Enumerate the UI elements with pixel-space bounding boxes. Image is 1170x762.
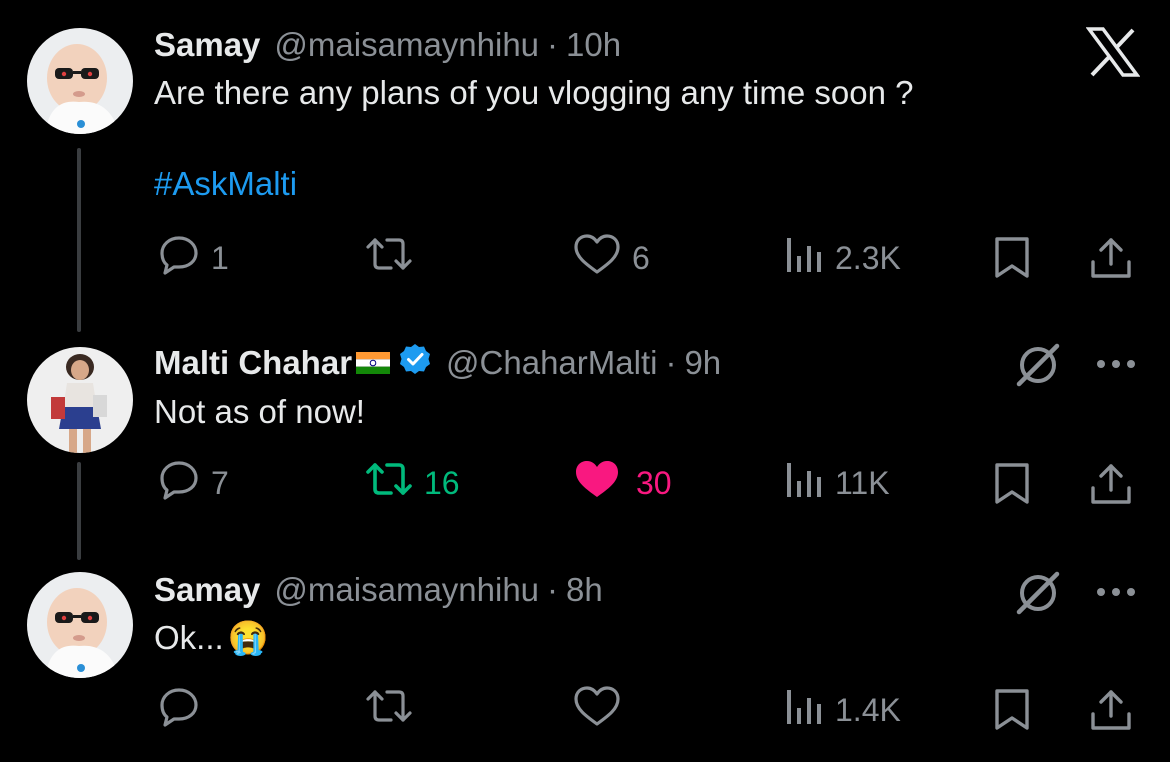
tweet-timestamp[interactable]: 10h — [566, 26, 621, 64]
views-icon — [785, 684, 825, 736]
share-icon[interactable] — [1088, 234, 1134, 280]
bookmark-icon[interactable] — [992, 462, 1032, 506]
views-icon — [785, 232, 825, 284]
share-icon[interactable] — [1088, 460, 1134, 506]
views-button[interactable]: 1.4K — [785, 688, 901, 732]
tweet-text: Ok... 😭 — [154, 619, 269, 658]
retweet-icon — [364, 232, 414, 284]
grok-icon[interactable] — [1013, 342, 1063, 388]
heart-icon — [572, 232, 622, 284]
reply-icon — [157, 457, 201, 509]
like-count: 6 — [632, 239, 650, 276]
retweet-button[interactable] — [364, 236, 424, 280]
meta-separator: · — [665, 344, 677, 381]
tweet-header: Samay @maisamaynhihu · 8h — [154, 570, 603, 610]
avatar[interactable] — [27, 28, 133, 134]
retweet-button[interactable] — [364, 688, 424, 732]
views-button[interactable]: 11K — [785, 461, 890, 505]
reply-count: 7 — [211, 464, 229, 501]
tweet-text: Not as of now! — [154, 393, 365, 430]
thread-connector — [77, 148, 81, 332]
tweet-timestamp[interactable]: 9h — [684, 344, 721, 382]
share-icon[interactable] — [1088, 686, 1134, 732]
view-count: 2.3K — [835, 239, 901, 276]
crying-emoji-icon: 😭 — [227, 619, 269, 656]
meta-separator: · — [547, 571, 559, 608]
author-handle[interactable]: @maisamaynhihu — [274, 571, 539, 609]
thread-connector — [77, 462, 81, 560]
retweet-icon — [364, 457, 414, 509]
x-logo-icon[interactable] — [1086, 27, 1140, 77]
reply-count: 1 — [211, 239, 229, 276]
bookmark-icon[interactable] — [992, 236, 1032, 280]
tweet-text: Are there any plans of you vlogging any … — [154, 74, 914, 111]
like-count: 30 — [636, 464, 672, 501]
hashtag-link[interactable]: #AskMalti — [154, 165, 297, 203]
reply-icon — [157, 232, 201, 284]
retweet-count: 16 — [424, 464, 460, 501]
like-button[interactable]: 6 — [572, 234, 650, 280]
tweet-thread: Samay @maisamaynhihu · 10h Are there any… — [0, 0, 1170, 762]
reply-button[interactable]: 7 — [157, 461, 229, 505]
reply-icon — [157, 684, 201, 736]
author-handle[interactable]: @maisamaynhihu — [274, 26, 539, 64]
india-flag-icon — [356, 344, 391, 382]
retweet-button[interactable]: 16 — [364, 461, 460, 505]
author-handle[interactable]: @ChaharMalti — [446, 344, 657, 382]
reply-button[interactable]: 1 — [157, 236, 229, 280]
views-icon — [785, 457, 825, 509]
tweet-header: Malti Chahar @ChaharMalti · 9h — [154, 343, 721, 383]
tweet-text-content: Ok... — [154, 619, 224, 656]
author-name[interactable]: Malti Chahar — [154, 344, 352, 382]
like-button[interactable]: 30 — [572, 461, 672, 505]
more-options-icon[interactable] — [1093, 352, 1139, 376]
view-count: 1.4K — [835, 691, 901, 728]
view-count: 11K — [835, 464, 890, 501]
verified-badge-icon — [398, 342, 432, 384]
views-button[interactable]: 2.3K — [785, 236, 901, 280]
avatar[interactable] — [27, 572, 133, 678]
more-options-icon[interactable] — [1093, 580, 1139, 604]
grok-icon[interactable] — [1013, 570, 1063, 616]
retweet-icon — [364, 684, 414, 736]
bookmark-icon[interactable] — [992, 688, 1032, 732]
heart-icon — [572, 684, 622, 736]
author-name[interactable]: Samay — [154, 571, 260, 609]
heart-filled-icon — [572, 457, 622, 509]
meta-separator: · — [547, 26, 559, 63]
tweet-header: Samay @maisamaynhihu · 10h — [154, 25, 621, 65]
author-name[interactable]: Samay — [154, 26, 260, 64]
reply-button[interactable] — [157, 688, 211, 732]
like-button[interactable] — [572, 686, 632, 732]
avatar[interactable] — [27, 347, 133, 453]
tweet-timestamp[interactable]: 8h — [566, 571, 603, 609]
